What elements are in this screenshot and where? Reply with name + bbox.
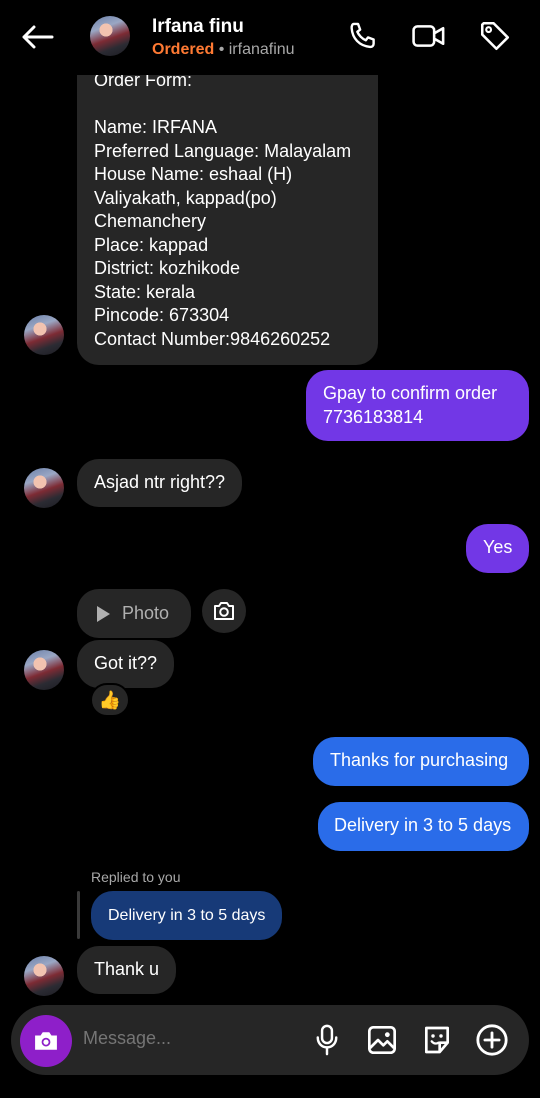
sticker-icon[interactable] [420,1023,454,1057]
thank-u-message[interactable]: Thank u [77,946,177,994]
delivery-message[interactable]: Delivery in 3 to 5 days [318,802,529,851]
contact-subtitle: Ordered • irfanafinu [152,41,295,59]
thumbs-up-reaction[interactable]: 👍 [90,683,130,717]
message-composer [11,1005,529,1075]
camera-reply-icon[interactable] [202,589,246,633]
asjad-message[interactable]: Asjad ntr right?? [77,459,243,507]
got-it-message[interactable]: Got it?? [77,640,175,688]
video-call-icon[interactable] [411,18,447,54]
add-circle-icon[interactable] [475,1023,509,1057]
reply-quote-bubble[interactable]: Delivery in 3 to 5 days [91,891,283,940]
gpay-message[interactable]: Gpay to confirm order 7736183814 [306,370,529,441]
message-thread[interactable]: Order Form: Name: IRFANA Preferred Langu… [0,55,540,1000]
tag-icon[interactable] [477,18,513,54]
contact-name[interactable]: Irfana finu [152,16,244,38]
camera-icon[interactable] [20,1015,72,1067]
back-arrow-icon[interactable] [18,18,58,56]
play-icon [97,605,110,622]
sender-avatar [24,468,64,508]
contact-username: irfanafinu [228,41,295,58]
order-status-label: Ordered [152,41,215,58]
contact-avatar[interactable] [90,16,130,56]
microphone-icon[interactable] [310,1023,344,1057]
thanks-message[interactable]: Thanks for purchasing [313,737,529,786]
order-form-message[interactable]: Order Form: Name: IRFANA Preferred Langu… [77,55,378,365]
photo-label: Photo [122,603,170,623]
sender-avatar [24,956,64,996]
photo-attachment[interactable]: Photo [77,589,191,638]
yes-message[interactable]: Yes [466,524,530,573]
gallery-image-icon[interactable] [365,1023,399,1057]
sender-avatar [24,650,64,690]
replied-to-you-label: Replied to you [91,869,181,885]
chat-header: Irfana finu Ordered • irfanafinu [0,0,540,75]
message-input[interactable] [83,1028,283,1049]
phone-call-icon[interactable] [345,18,381,54]
reply-indicator-bar [77,891,80,939]
separator-dot: • [214,41,229,58]
sender-avatar [24,315,64,355]
